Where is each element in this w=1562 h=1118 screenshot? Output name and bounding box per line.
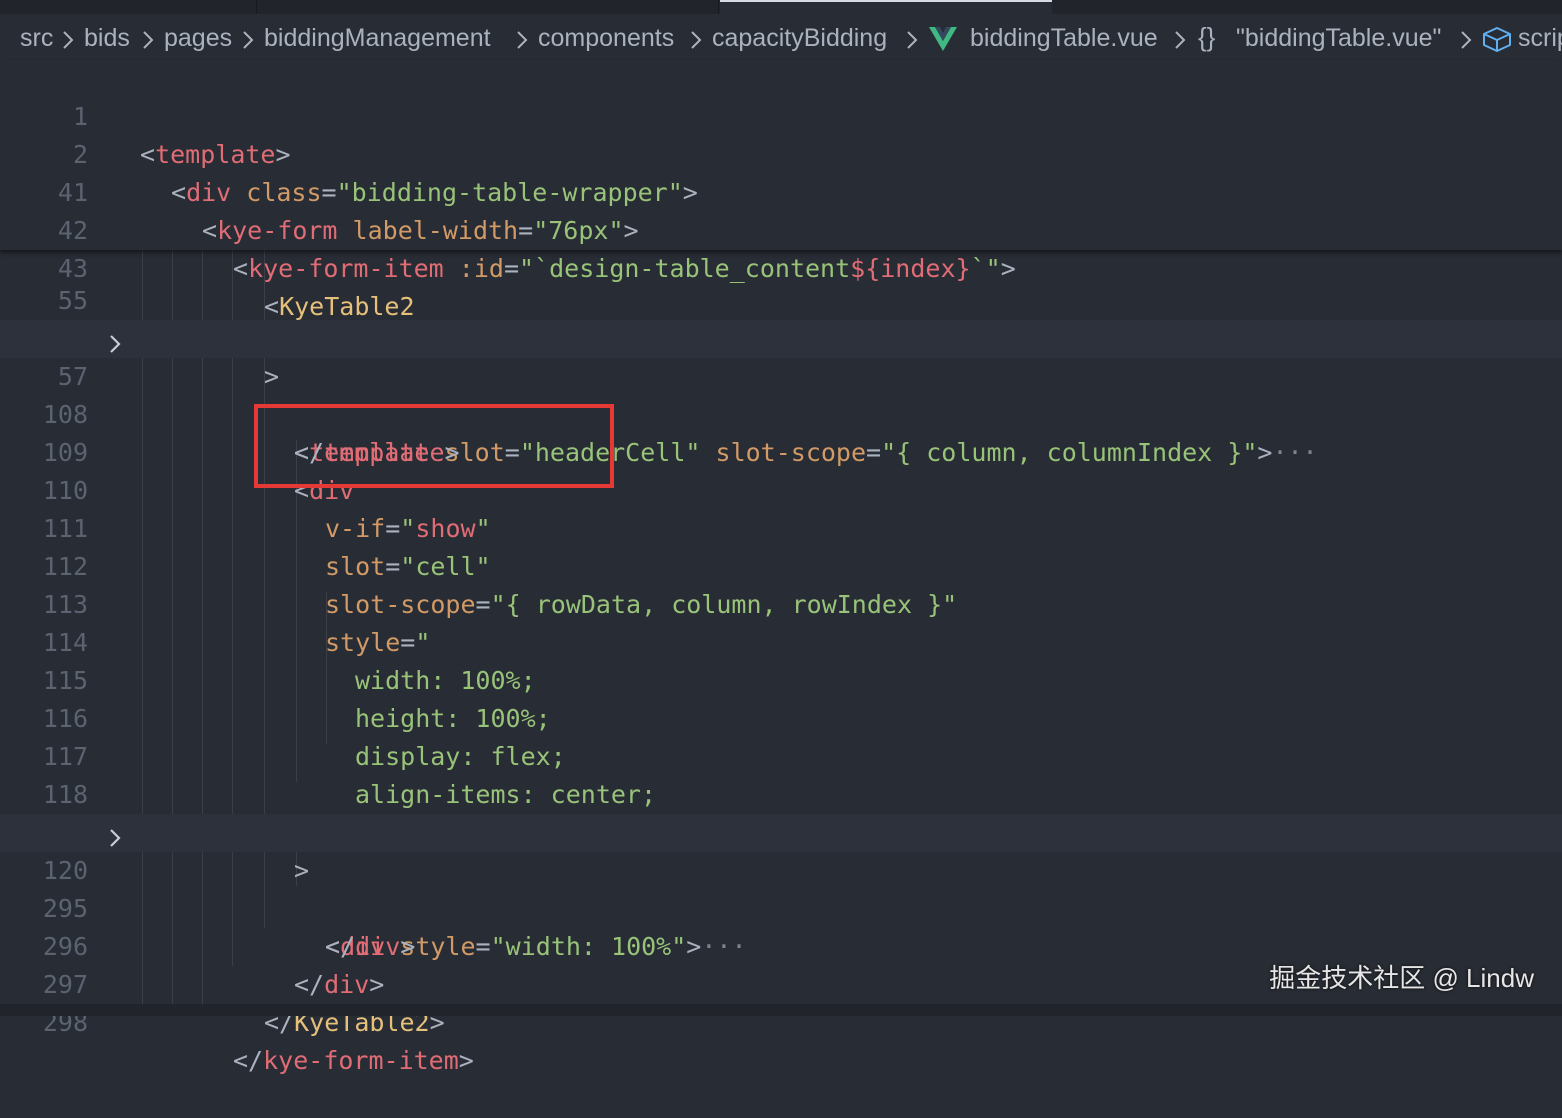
code-line[interactable]: 117 align-items: center; [0, 700, 1562, 809]
breadcrumb-item-module[interactable]: "biddingTable.vue" [1236, 23, 1441, 53]
editor-tab-strip [0, 0, 1562, 14]
code-line[interactable]: 41 <kye-form label-width="76px"> [0, 136, 1562, 245]
breadcrumb: src bids pages biddingManagement compone… [0, 14, 1562, 60]
code-line[interactable]: 295 </div> [0, 852, 1562, 961]
breadcrumb-item-file[interactable]: biddingTable.vue [970, 23, 1158, 53]
code-line[interactable]: 116 display: flex; [0, 662, 1562, 771]
cube-icon [1482, 26, 1512, 59]
code-line[interactable]: 109 <div [0, 396, 1562, 505]
line-code: <KyeTable2 [264, 292, 415, 321]
breadcrumb-separator-icon [690, 28, 702, 57]
code-line[interactable]: 120 <div style="width: 100%">··· [0, 814, 1562, 961]
vue-logo-icon [928, 26, 958, 59]
breadcrumb-separator-icon [516, 28, 528, 57]
breadcrumb-separator-icon [242, 28, 254, 57]
code-line[interactable]: 57 <template slot="headerCell" slot-scop… [0, 320, 1562, 467]
code-line[interactable]: 43 <KyeTable2 [0, 212, 1562, 321]
code-line[interactable]: 113 style=" [0, 548, 1562, 657]
breadcrumb-item-capacitybidding[interactable]: capacityBidding [712, 23, 887, 53]
breadcrumb-item-bids[interactable]: bids [84, 23, 130, 53]
breadcrumb-separator-icon [1174, 28, 1186, 57]
code-line[interactable]: 2 <div class="bidding-table-wrapper"> [0, 98, 1562, 207]
line-code: </kye-form-item> [233, 1046, 474, 1075]
code-line[interactable]: 119 > [0, 776, 1562, 885]
breadcrumb-separator-icon [1460, 28, 1472, 57]
code-editor[interactable]: 1 <template> 2 <div class="bidding-table… [0, 60, 1562, 1075]
line-code: <kye-form-item :id="`design-table_conten… [233, 254, 1016, 283]
code-line[interactable]: 1 <template> [0, 60, 1562, 169]
breadcrumb-item-script[interactable]: scrip [1518, 23, 1562, 53]
tab-separator [256, 0, 257, 14]
breadcrumb-separator-icon [62, 28, 74, 57]
breadcrumb-separator-icon [906, 28, 918, 57]
line-number: 43 [57, 254, 88, 283]
highlight-annotation-box [254, 404, 614, 488]
watermark: 掘金技术社区 @ Lindw [1269, 963, 1534, 993]
code-line[interactable]: 111 slot="cell" [0, 472, 1562, 581]
code-line[interactable]: 296 </div> [0, 890, 1562, 999]
breadcrumb-separator-icon [142, 28, 154, 57]
sticky-scroll-header: 1 <template> 2 <div class="bidding-table… [0, 60, 1562, 321]
code-line[interactable]: 115 height: 100%; [0, 624, 1562, 733]
code-line[interactable]: 110 v-if="show" [0, 434, 1562, 543]
horizontal-scrollbar[interactable] [0, 1004, 1562, 1016]
code-line[interactable]: 42 <kye-form-item :id="`design-table_con… [0, 174, 1562, 283]
code-line[interactable]: 118 " [0, 738, 1562, 847]
breadcrumb-item-biddingmanagement[interactable]: biddingManagement [264, 23, 491, 53]
code-line[interactable]: 112 slot-scope="{ rowData, column, rowIn… [0, 510, 1562, 619]
braces-icon: {} [1198, 22, 1216, 52]
breadcrumb-item-src[interactable]: src [20, 23, 53, 53]
breadcrumb-item-pages[interactable]: pages [164, 23, 232, 53]
breadcrumb-item-components[interactable]: components [538, 23, 674, 53]
tab-separator [718, 0, 719, 14]
code-line[interactable]: 108 </template> [0, 358, 1562, 467]
active-tab[interactable] [720, 0, 1052, 14]
code-line[interactable]: 114 width: 100%; [0, 586, 1562, 695]
